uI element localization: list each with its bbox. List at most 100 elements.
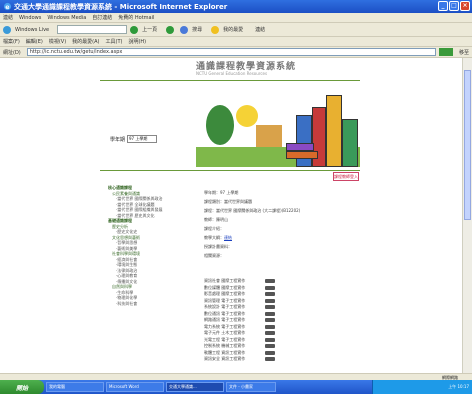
info-text: 課程類別：當代世界與議題 [204,199,252,204]
course-view-button[interactable] [265,350,275,355]
window-titlebar: e 交通大學通識課程教學資源系統 - Microsoft Internet Ex… [0,0,472,13]
task-2[interactable]: Microsoft Word [106,382,164,392]
course-name: 資訊管理 電子工程實作 [204,297,246,303]
course-view-button[interactable] [265,357,275,361]
course-tree: 核心通識課程 公民素養與通識 ‧當代世界 國際關係與政治 ‧當代世界 全球化議題 ‧當代… [108,185,188,306]
course-view-button[interactable] [265,311,275,316]
links-bar-label: 連結 [3,15,14,21]
course-tree-item[interactable]: ‧科技與社會 [108,301,188,307]
system-tray: 上午 10:17 [372,380,472,394]
link-windows[interactable]: Windows [16,15,44,21]
back-label: 上一頁 [142,27,158,33]
favorites-label: 我的最愛 [223,27,244,33]
course-list: 資訊社會 國際工程實作 數位媒體 國際工程實作 影音處理 國際工程實作 資訊管理 電子… [204,278,294,363]
course-row: 電力系統 電子工程實作 [204,324,294,330]
course-name: 資訊社會 國際工程實作 [204,278,246,283]
link-custom[interactable]: 自訂連結 [89,14,115,21]
task-3[interactable]: 交通大學通識... [166,382,224,392]
status-bar: 網際網路 [0,373,472,380]
info-text: 學年期：97 上學期 [204,190,239,195]
course-name: 系統設計 電子工程實作 [204,304,246,309]
menu-file[interactable]: 檔案(F) [0,38,23,45]
course-view-button[interactable] [265,324,275,329]
favorites-button[interactable]: 我的最愛 [208,25,249,34]
book-green [342,119,358,167]
teacher-login-button[interactable]: 課程教師登入 [333,172,359,181]
windows-live-icon [3,25,11,34]
back-button[interactable]: 上一頁 [127,25,163,34]
syllabus-link[interactable]: 連結 [224,235,232,240]
live-search-input[interactable] [57,25,128,34]
info-line: 學年期：97 上學期 [204,190,354,195]
menu-view[interactable]: 檢視(V) [46,38,69,45]
course-row: 控制系統 機械工程實作 [204,343,294,349]
forward-button[interactable] [163,25,177,34]
windows-live-button[interactable]: Windows Live [0,25,55,34]
course-row: 系統設計 電子工程實作 [204,304,294,310]
internet-explorer-icon: e [3,2,12,11]
info-line: 課程介紹： [204,226,354,231]
vertical-scrollbar[interactable] [462,58,472,373]
book-yellow [326,95,342,167]
forward-arrow-icon [166,25,175,34]
course-row: 網路通訊 電子工程實作 [204,317,294,323]
course-view-button[interactable] [265,279,275,283]
info-text: 教學大綱： [204,235,224,240]
search-button[interactable]: 搜尋 [177,25,208,34]
search-label: 搜尋 [192,27,203,33]
course-row: 電子元件 土木工程實作 [204,330,294,336]
menu-bar: 檔案(F) 編輯(E) 檢視(V) 我的最愛(A) 工具(T) 說明(H) [0,37,472,47]
menu-favorites[interactable]: 我的最愛(A) [69,38,102,45]
search-icon [180,25,189,34]
task-4[interactable]: 文件 - 小畫家 [226,382,276,392]
go-label[interactable]: 移至 [456,49,472,56]
course-view-button[interactable] [265,285,275,290]
book-blue [296,115,312,167]
course-view-button[interactable] [265,331,275,335]
course-row: 影音處理 國際工程實作 [204,291,294,297]
close-button[interactable]: × [460,1,470,11]
course-row: 資訊安全 資訊工程實作 [204,356,294,362]
start-button[interactable]: 開始 [0,380,44,394]
task-1[interactable]: 我的電腦 [46,382,104,392]
menu-help[interactable]: 說明(H) [125,38,149,45]
course-view-button[interactable] [265,344,275,348]
semester-selector: 學年期 97 上學期 [110,135,158,143]
menu-edit[interactable]: 編輯(E) [23,38,46,45]
semester-select[interactable]: 97 上學期 [127,135,158,143]
info-line: 相關資源： [204,253,354,258]
course-view-button[interactable] [265,318,275,322]
course-view-button[interactable] [265,337,275,342]
sidebar: 學年期 97 上學期 核心通識課程 公民素養與通識 ‧當代世界 國際關係與政治 ‧當代… [100,85,188,370]
info-line: 授課計畫資料： [204,244,354,249]
clock: 上午 10:17 [448,384,469,389]
book-orange [286,151,318,159]
menu-tools[interactable]: 工具(T) [103,38,126,45]
links-button[interactable]: 連結 [249,26,271,33]
address-bar: 網址(D) http://ic.nctu.edu.tw/getu/index.a… [0,47,472,58]
links-bar: 連結 Windows Windows Media 自訂連結 免費的 Hotmai… [0,13,472,23]
course-row: 資訊社會 國際工程實作 [204,278,294,284]
back-arrow-icon [130,25,139,34]
course-name: 電子元件 土木工程實作 [204,330,246,335]
course-name: 數位通訊 電子工程實作 [204,310,246,316]
course-view-button[interactable] [265,298,275,303]
course-row: 數位通訊 電子工程實作 [204,311,294,317]
link-windows-media[interactable]: Windows Media [44,15,89,21]
scrollbar-thumb[interactable] [464,70,471,220]
info-text: 授課計畫資料： [204,244,232,249]
minimize-button[interactable]: _ [438,1,448,11]
star-icon [211,25,220,34]
address-input[interactable]: http://ic.nctu.edu.tw/getu/index.aspx [26,48,436,56]
info-line: 課程類別：當代世界與議題 [204,199,354,204]
info-line: 教學大綱：連結 [204,235,354,240]
course-name: 數位媒體 國際工程實作 [204,284,246,290]
taskbar: 開始 我的電腦 Microsoft Word 交通大學通識... 文件 - 小畫… [0,380,472,394]
windows-live-label: Windows Live [15,26,50,33]
link-hotmail[interactable]: 免費的 Hotmail [115,14,157,21]
course-view-button[interactable] [265,292,275,296]
course-view-button[interactable] [265,305,275,309]
header-divider [100,80,360,81]
go-button[interactable] [438,48,453,56]
maximize-button[interactable]: □ [449,1,459,11]
